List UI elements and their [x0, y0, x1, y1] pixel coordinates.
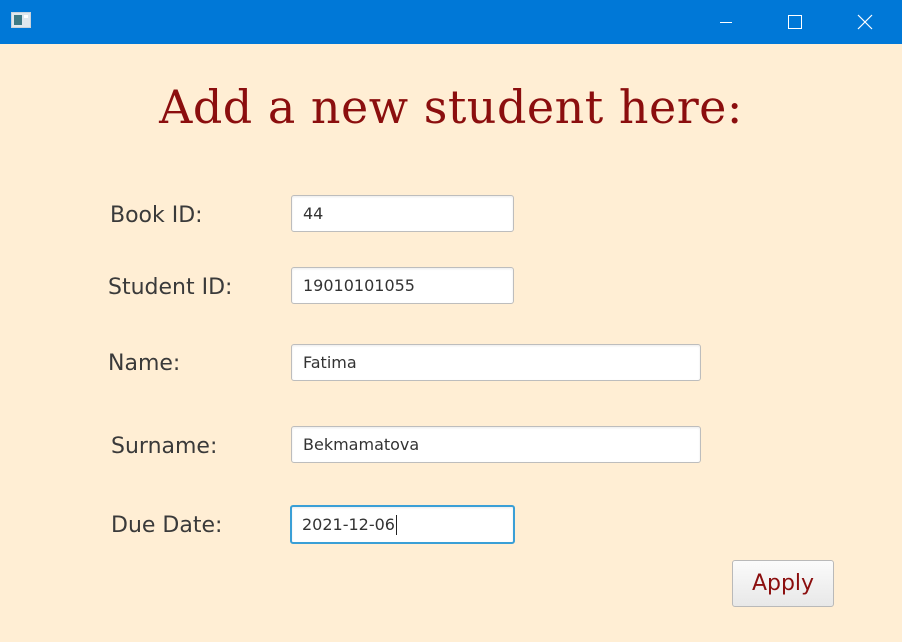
page-title: Add a new student here:: [159, 80, 743, 134]
due-date-label: Due Date:: [111, 513, 223, 538]
app-window-icon: [11, 12, 31, 28]
text-caret: [395, 514, 397, 535]
app-window: Add a new student here: Book ID: 44 Stud…: [0, 0, 902, 642]
title-bar[interactable]: [0, 0, 902, 44]
due-date-value: 2021-12-06: [302, 515, 395, 534]
student-id-label: Student ID:: [108, 275, 233, 300]
maximize-icon: [788, 15, 802, 29]
close-icon: [857, 14, 873, 30]
apply-button[interactable]: Apply: [732, 560, 834, 607]
student-id-field[interactable]: 19010101055: [291, 267, 514, 304]
maximize-button[interactable]: [772, 0, 818, 44]
minimize-icon: [720, 22, 732, 23]
name-value: Fatima: [303, 353, 357, 372]
book-id-value: 44: [303, 204, 324, 223]
surname-label: Surname:: [111, 434, 218, 459]
minimize-button[interactable]: [703, 0, 749, 44]
due-date-field[interactable]: 2021-12-06: [290, 505, 515, 544]
surname-field[interactable]: Bekmamatova: [291, 426, 701, 463]
close-button[interactable]: [842, 0, 888, 44]
book-id-label: Book ID:: [110, 203, 203, 228]
name-field[interactable]: Fatima: [291, 344, 701, 381]
book-id-field[interactable]: 44: [291, 195, 514, 232]
student-id-value: 19010101055: [303, 276, 415, 295]
surname-value: Bekmamatova: [303, 435, 420, 454]
name-label: Name:: [108, 351, 181, 376]
